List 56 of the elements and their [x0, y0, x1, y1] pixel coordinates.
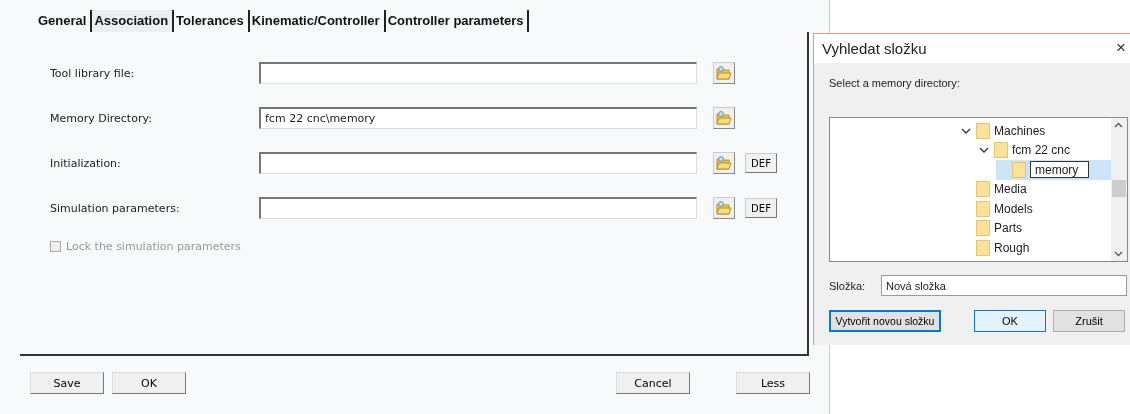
scroll-down-icon[interactable]: [1114, 251, 1123, 257]
dialog-title: Vyhledat složku: [822, 40, 927, 57]
tab[interactable]: Association: [92, 10, 175, 32]
folder-icon: [976, 200, 990, 217]
browse-button[interactable]: [713, 107, 735, 129]
path-field[interactable]: [259, 152, 697, 174]
folder-label: Složka:: [829, 279, 867, 292]
folder-icon: [994, 142, 1008, 159]
chevron-icon[interactable]: [978, 147, 990, 154]
browse-button[interactable]: [713, 152, 735, 174]
field-label: Initialization:: [50, 156, 122, 170]
folder-icon: [976, 122, 990, 139]
path-field[interactable]: fcm 22 cnc\memory: [259, 107, 697, 129]
dialog-button[interactable]: Vytvořit novou složku: [829, 310, 941, 332]
path-field[interactable]: [259, 62, 697, 84]
browse-button[interactable]: [713, 62, 735, 84]
dialog-button[interactable]: Zrušit: [1053, 310, 1125, 332]
open-folder-icon: [716, 200, 732, 216]
tab[interactable]: Tolerances: [174, 10, 250, 32]
tree-item[interactable]: Parts: [960, 218, 1111, 238]
rename-field[interactable]: memory: [1030, 161, 1090, 179]
folder-icon: [976, 239, 990, 256]
tree-item[interactable]: Media: [960, 179, 1111, 199]
open-folder-icon: [716, 155, 732, 171]
tree-item[interactable]: Models: [960, 199, 1111, 219]
folder-field[interactable]: Nová složka: [881, 275, 1127, 296]
tree-item[interactable]: memory: [996, 160, 1111, 180]
open-folder-icon: [716, 65, 732, 81]
close-button[interactable]: ×: [1116, 38, 1126, 58]
dialog-button[interactable]: OK: [974, 310, 1046, 332]
tree-item[interactable]: Machines: [960, 121, 1111, 141]
dialog-button[interactable]: Cancel: [616, 372, 690, 394]
field-label: Simulation parameters:: [50, 201, 181, 215]
checkbox-label: Lock the simulation parameters: [66, 240, 241, 253]
dialog-button[interactable]: OK: [112, 372, 186, 394]
field-label: Memory Directory:: [50, 111, 153, 125]
def-button[interactable]: DEF: [745, 198, 777, 218]
scrollbar[interactable]: [1111, 118, 1127, 261]
tab[interactable]: Kinematic/Controller: [249, 10, 386, 32]
field-label: Tool library file:: [50, 66, 136, 80]
chevron-icon[interactable]: [960, 127, 972, 134]
tab[interactable]: Controller parameters: [385, 10, 530, 32]
dialog-button[interactable]: Less: [736, 372, 810, 394]
scroll-up-icon[interactable]: [1114, 122, 1123, 128]
scroll-thumb[interactable]: [1112, 180, 1126, 197]
folder-icon: [976, 220, 990, 237]
browse-button[interactable]: [713, 197, 735, 219]
folder-icon: [1012, 161, 1026, 178]
dialog-button[interactable]: Save: [30, 372, 104, 394]
folder-icon: [976, 181, 990, 198]
instruction-text: Select a memory directory:: [829, 77, 961, 89]
path-field[interactable]: [259, 197, 697, 219]
open-folder-icon: [716, 110, 732, 126]
tree-item[interactable]: Rough: [960, 238, 1111, 258]
tree-item[interactable]: fcm 22 cnc: [978, 140, 1111, 160]
def-button[interactable]: DEF: [745, 153, 777, 173]
